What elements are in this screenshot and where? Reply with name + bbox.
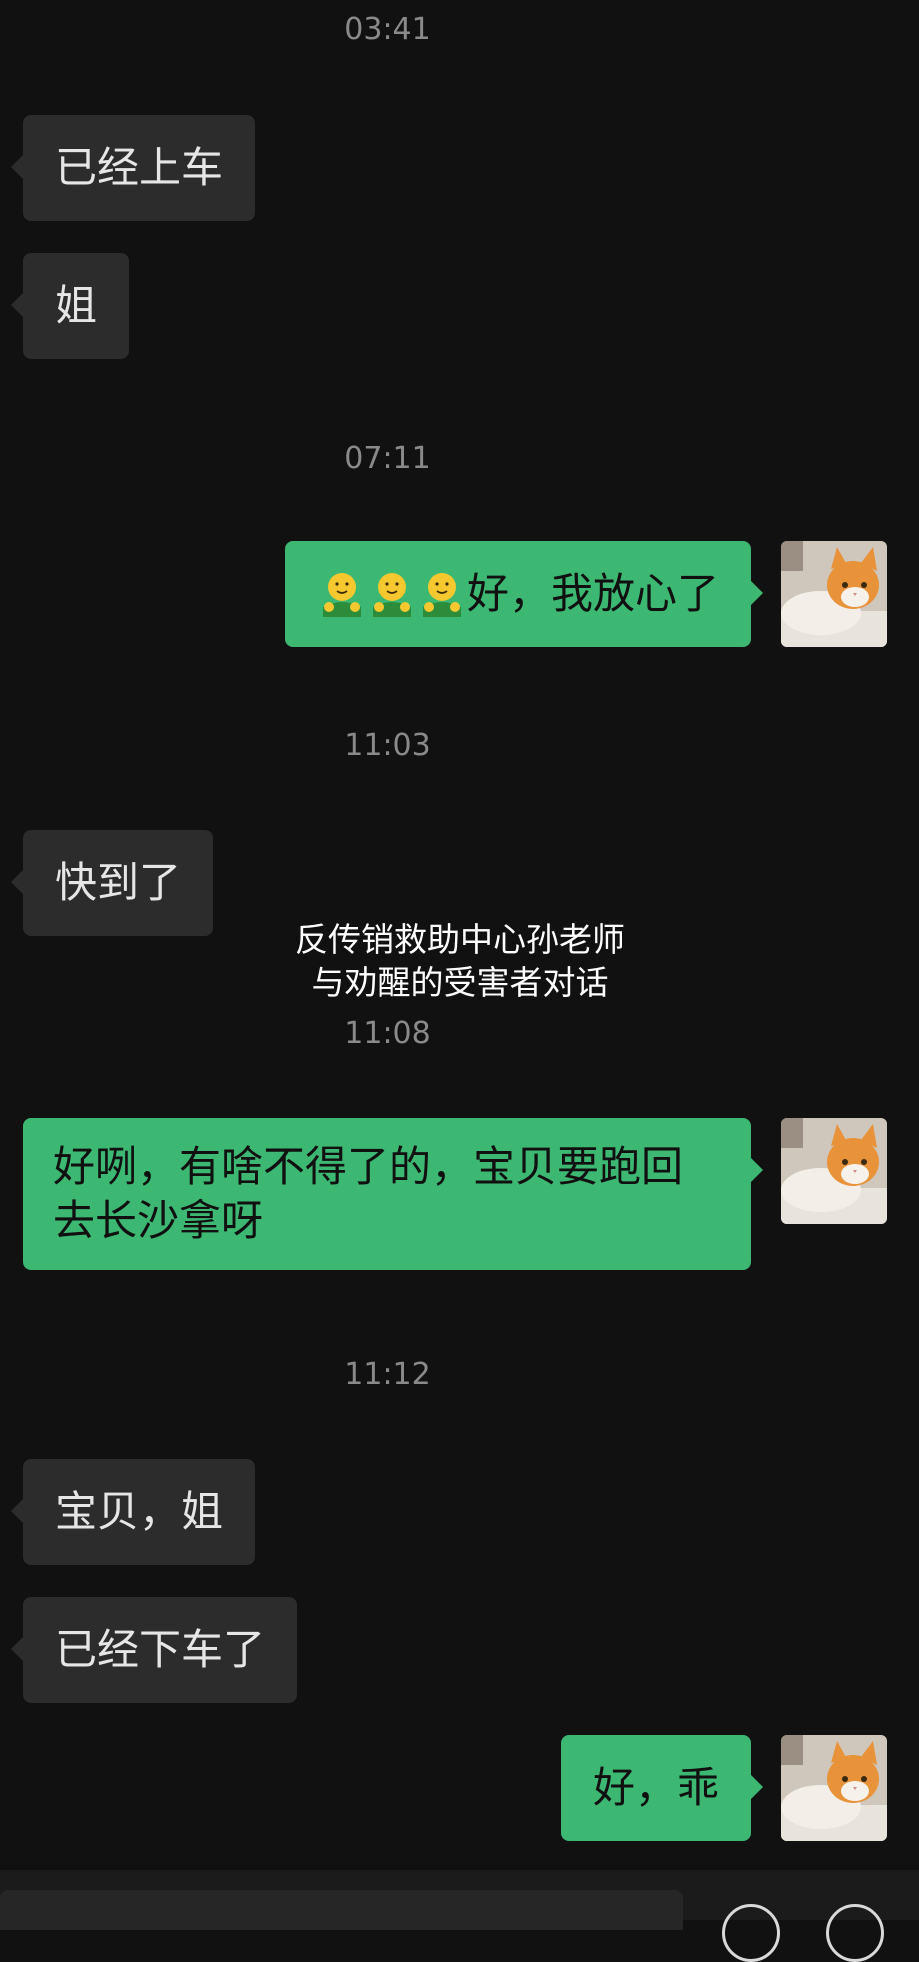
watermark-line: 与劝醒的受害者对话: [311, 963, 609, 1002]
hugging-emoji-icon: [317, 567, 367, 621]
incoming-message-bubble[interactable]: 宝贝，姐: [10, 1459, 256, 1565]
cat-avatar[interactable]: [781, 1735, 887, 1841]
watermark-caption: 反传销救助中心孙老师 与劝醒的受害者对话: [230, 918, 690, 1004]
message-input[interactable]: [0, 1890, 683, 1930]
incoming-message-bubble[interactable]: 已经下车了: [10, 1597, 298, 1703]
emoji-button-icon[interactable]: [722, 1904, 780, 1962]
message-text: 好，我放心了: [466, 569, 719, 618]
timestamp: 11:03: [344, 728, 431, 763]
message-text: 宝贝，姐: [55, 1487, 224, 1536]
cat-avatar[interactable]: [781, 541, 887, 647]
timestamp: 07:11: [344, 441, 431, 476]
message-text: 好，乖: [592, 1763, 719, 1812]
timestamp: 03:41: [344, 12, 431, 47]
hugging-emoji-icon: [417, 567, 467, 621]
incoming-message-bubble[interactable]: 姐: [10, 253, 130, 359]
watermark-line: 反传销救助中心孙老师: [295, 920, 625, 959]
message-text: 已经下车了: [55, 1625, 266, 1674]
outgoing-message-bubble[interactable]: 好咧，有啥不得了的，宝贝要跑回去长沙拿呀: [23, 1118, 763, 1270]
hugging-emoji-icon: [367, 567, 417, 621]
message-text: 好咧，有啥不得了的，宝贝要跑回去长沙拿呀: [53, 1142, 684, 1245]
outgoing-message-bubble[interactable]: 好，乖: [560, 1735, 764, 1841]
add-button-icon[interactable]: [826, 1904, 884, 1962]
cat-avatar[interactable]: [781, 1118, 887, 1224]
input-bar: [0, 1870, 919, 1962]
incoming-message-bubble[interactable]: 已经上车: [10, 115, 256, 221]
timestamp: 11:08: [344, 1016, 431, 1051]
outgoing-message-bubble[interactable]: 好，我放心了: [284, 541, 764, 647]
message-text: 姐: [55, 281, 98, 330]
message-text: 快到了: [55, 858, 182, 907]
message-text: 已经上车: [55, 143, 224, 192]
timestamp: 11:12: [344, 1357, 431, 1392]
incoming-message-bubble[interactable]: 快到了: [10, 830, 214, 936]
